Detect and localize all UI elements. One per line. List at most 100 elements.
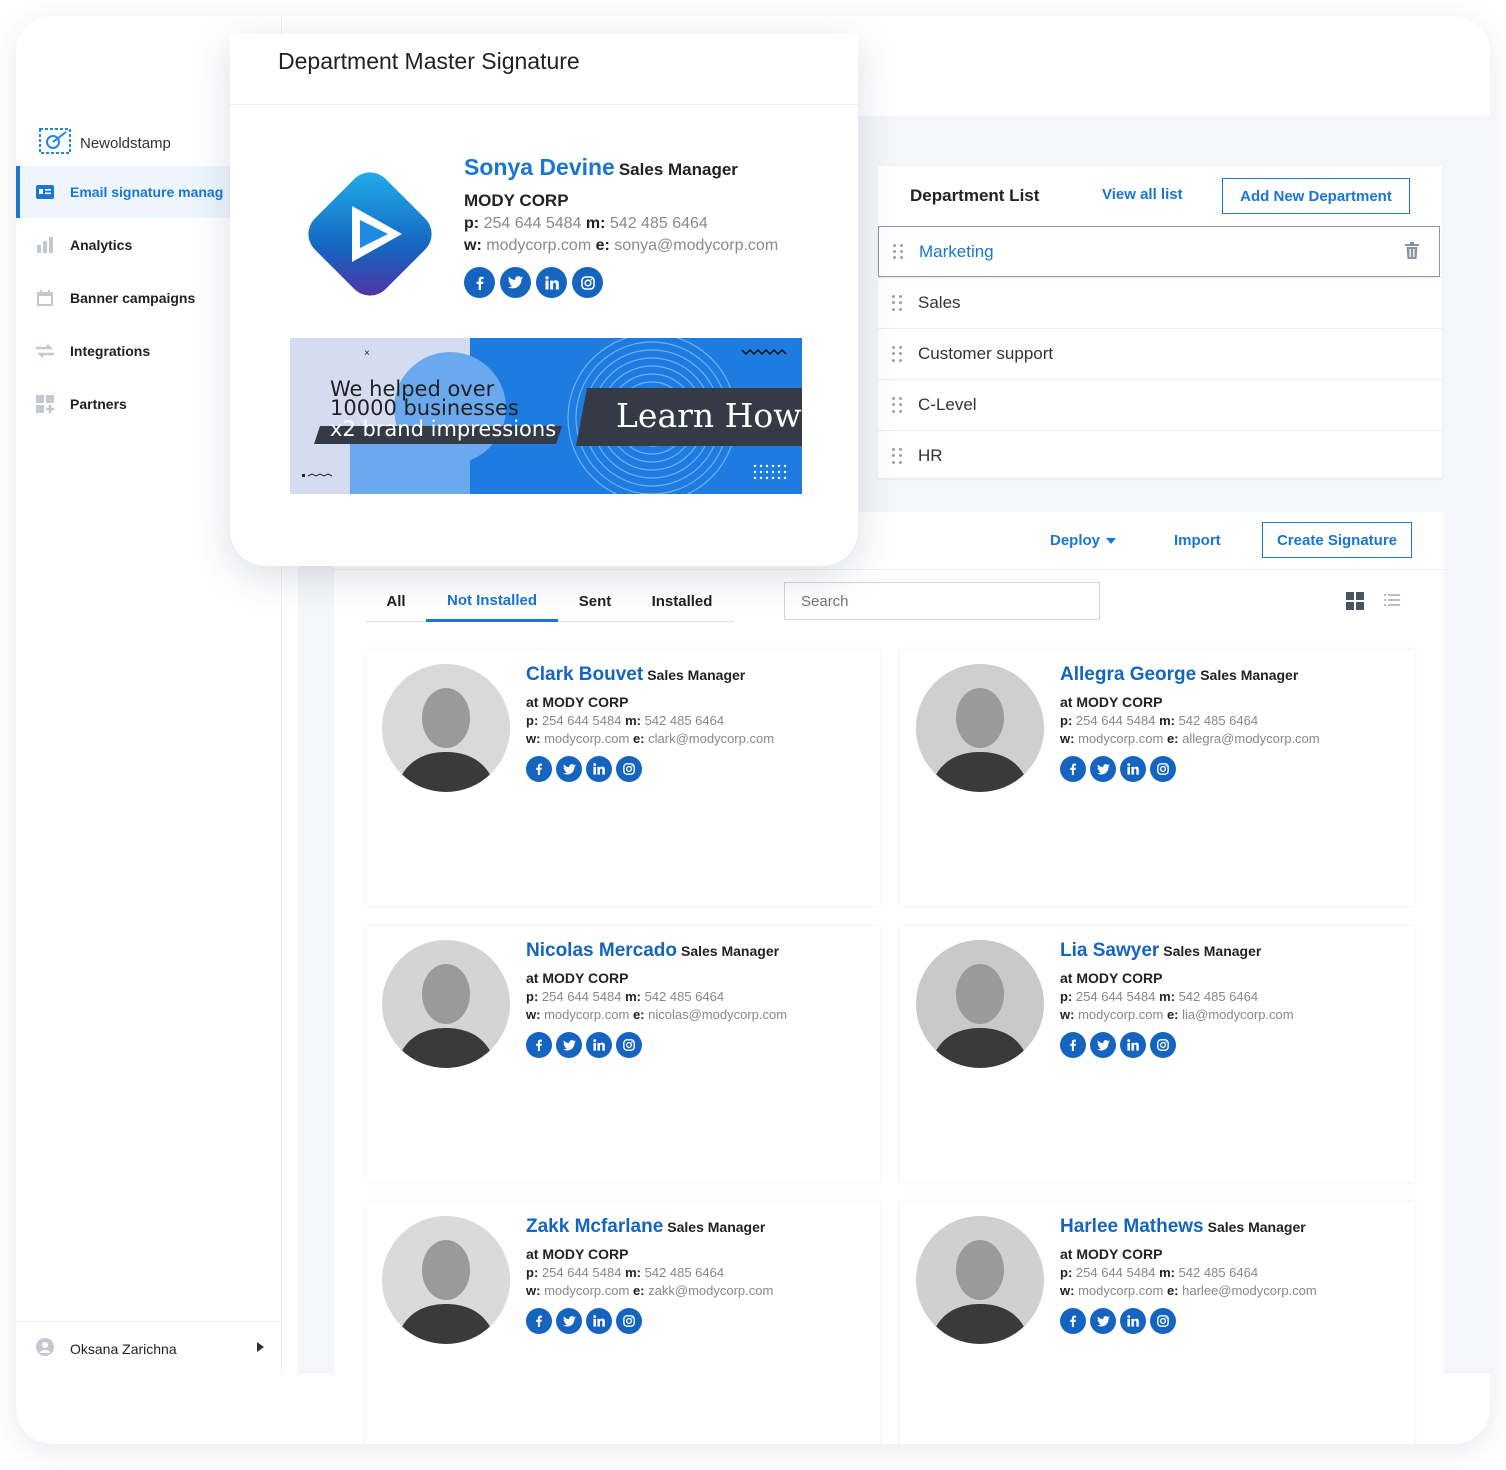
facebook-icon[interactable] — [1060, 756, 1086, 782]
brand-name: Newoldstamp — [80, 135, 171, 152]
signature-card[interactable]: Nicolas Mercado Sales Manager at MODY CORP… — [366, 926, 880, 1182]
signature-card[interactable]: Clark Bouvet Sales Manager at MODY CORP p: … — [366, 650, 880, 906]
caret-right-icon[interactable] — [257, 1342, 264, 1352]
instagram-icon[interactable] — [1150, 1032, 1176, 1058]
grid-view-icon[interactable] — [1346, 592, 1364, 610]
signature-card[interactable]: Harlee Mathews Sales Manager at MODY CORP p… — [900, 1202, 1414, 1444]
linkedin-icon[interactable] — [586, 756, 612, 782]
linkedin-icon[interactable] — [586, 1308, 612, 1334]
signature-web-line: w: modycorp.com e: clark@modycorp.com — [526, 731, 775, 746]
signature-web-line: w: modycorp.com e: allegra@modycorp.com — [1060, 731, 1320, 746]
tab-installed[interactable]: Installed — [632, 582, 732, 620]
add-new-department-button[interactable]: Add New Department — [1222, 178, 1410, 214]
signature-card[interactable]: Zakk Mcfarlane Sales Manager at MODY CORP p… — [366, 1202, 880, 1444]
signature-name: Lia Sawyer — [1060, 940, 1160, 961]
department-item-customer-support[interactable]: Customer support — [878, 328, 1442, 379]
user-menu[interactable]: Oksana Zarichna — [16, 1321, 282, 1375]
signature-block: Allegra George Sales Manager at MODY CORP p… — [1060, 664, 1410, 782]
banner-line-3: x2 brand impressions — [330, 417, 557, 441]
deploy-dropdown[interactable]: Deploy — [1050, 532, 1117, 549]
signature-block: Zakk Mcfarlane Sales Manager at MODY CORP p… — [526, 1216, 876, 1334]
instagram-icon[interactable] — [1150, 1308, 1176, 1334]
arrows-icon — [36, 343, 54, 359]
twitter-icon[interactable] — [500, 267, 531, 298]
drag-handle-icon[interactable] — [892, 397, 902, 413]
signature-company: at MODY CORP — [526, 1246, 629, 1262]
brand[interactable]: Newoldstamp — [38, 126, 171, 161]
import-button[interactable]: Import — [1174, 532, 1221, 549]
department-label: C-Level — [918, 395, 977, 414]
drag-handle-icon[interactable] — [893, 243, 903, 260]
facebook-icon[interactable] — [1060, 1308, 1086, 1334]
drag-handle-icon[interactable] — [892, 295, 902, 311]
tab-all[interactable]: All — [366, 582, 426, 620]
search-input[interactable] — [784, 582, 1100, 620]
view-all-list-link[interactable]: View all list — [1102, 186, 1183, 203]
signature-block: Lia Sawyer Sales Manager at MODY CORP p: 25… — [1060, 940, 1410, 1058]
signature-phone-line: p: 254 644 5484 m: 542 485 6464 — [1060, 989, 1259, 1004]
bar-chart-icon — [36, 237, 54, 253]
signature-web-line: w: modycorp.com e: harlee@modycorp.com — [1060, 1283, 1317, 1298]
tab-not-installed[interactable]: Not Installed — [426, 582, 558, 622]
tab-sent[interactable]: Sent — [558, 582, 632, 620]
signature-card[interactable]: Lia Sawyer Sales Manager at MODY CORP p: 25… — [900, 926, 1414, 1182]
twitter-icon[interactable] — [1090, 1032, 1116, 1058]
facebook-icon[interactable] — [1060, 1032, 1086, 1058]
twitter-icon[interactable] — [1090, 1308, 1116, 1334]
linkedin-icon[interactable] — [1120, 756, 1146, 782]
facebook-icon[interactable] — [526, 1308, 552, 1334]
twitter-icon[interactable] — [1090, 756, 1116, 782]
signature-phone-line: p: 254 644 5484 m: 542 485 6464 — [1060, 713, 1259, 728]
department-list-title: Department List — [910, 186, 1040, 205]
signature-company: at MODY CORP — [1060, 970, 1163, 986]
instagram-icon[interactable] — [616, 756, 642, 782]
department-item-c-level[interactable]: C-Level — [878, 379, 1442, 430]
signature-web-line: w: modycorp.com e: lia@modycorp.com — [1060, 1007, 1294, 1022]
department-item-sales[interactable]: Sales — [878, 277, 1442, 328]
social-icons — [1060, 1308, 1410, 1334]
banner-text-block: We helped over 10000 businesses x2 brand… — [330, 379, 557, 441]
signature-block: Harlee Mathews Sales Manager at MODY CORP p… — [1060, 1216, 1410, 1334]
drag-handle-icon[interactable] — [892, 346, 902, 362]
signature-phone-line: p: 254 644 5484 m: 542 485 6464 — [526, 1265, 725, 1280]
signature-role: Sales Manager — [647, 667, 746, 683]
signature-name: Nicolas Mercado — [526, 940, 677, 961]
signature-card[interactable]: Allegra George Sales Manager at MODY CORP p… — [900, 650, 1414, 906]
avatar — [382, 940, 510, 1068]
social-icons — [526, 756, 876, 782]
sidebar-item-label: Banner campaigns — [70, 290, 196, 306]
user-name: Oksana Zarichna — [70, 1340, 177, 1357]
instagram-icon[interactable] — [616, 1308, 642, 1334]
department-item-hr[interactable]: HR — [878, 430, 1442, 481]
signature-role: Sales Manager — [667, 1219, 766, 1235]
twitter-icon[interactable] — [556, 1032, 582, 1058]
linkedin-icon[interactable] — [586, 1032, 612, 1058]
drag-handle-icon[interactable] — [892, 448, 902, 464]
app-window: Newoldstamp Email signature manag Analyt… — [16, 16, 1490, 1444]
linkedin-icon[interactable] — [536, 267, 567, 298]
instagram-icon[interactable] — [572, 267, 603, 298]
banner-cta[interactable]: Learn How — [616, 396, 802, 435]
department-label: Customer support — [918, 344, 1054, 363]
department-item-marketing[interactable]: Marketing — [878, 226, 1440, 277]
signature-banner[interactable]: × We helped over 10000 businesses x2 bra… — [290, 338, 802, 494]
svg-text:×: × — [364, 348, 370, 359]
twitter-icon[interactable] — [556, 756, 582, 782]
avatar — [916, 940, 1044, 1068]
instagram-icon[interactable] — [616, 1032, 642, 1058]
list-view-icon[interactable] — [1384, 592, 1402, 610]
department-label: Marketing — [919, 241, 994, 261]
linkedin-icon[interactable] — [1120, 1308, 1146, 1334]
signature-role: Sales Manager — [618, 160, 738, 179]
linkedin-icon[interactable] — [1120, 1032, 1146, 1058]
signature-company: at MODY CORP — [526, 970, 629, 986]
facebook-icon[interactable] — [464, 267, 495, 298]
trash-icon[interactable] — [1405, 242, 1419, 264]
facebook-icon[interactable] — [526, 756, 552, 782]
create-signature-button[interactable]: Create Signature — [1262, 522, 1412, 558]
facebook-icon[interactable] — [526, 1032, 552, 1058]
popup-divider — [230, 104, 858, 105]
instagram-icon[interactable] — [1150, 756, 1176, 782]
twitter-icon[interactable] — [556, 1308, 582, 1334]
sidebar-item-label: Analytics — [70, 237, 133, 253]
